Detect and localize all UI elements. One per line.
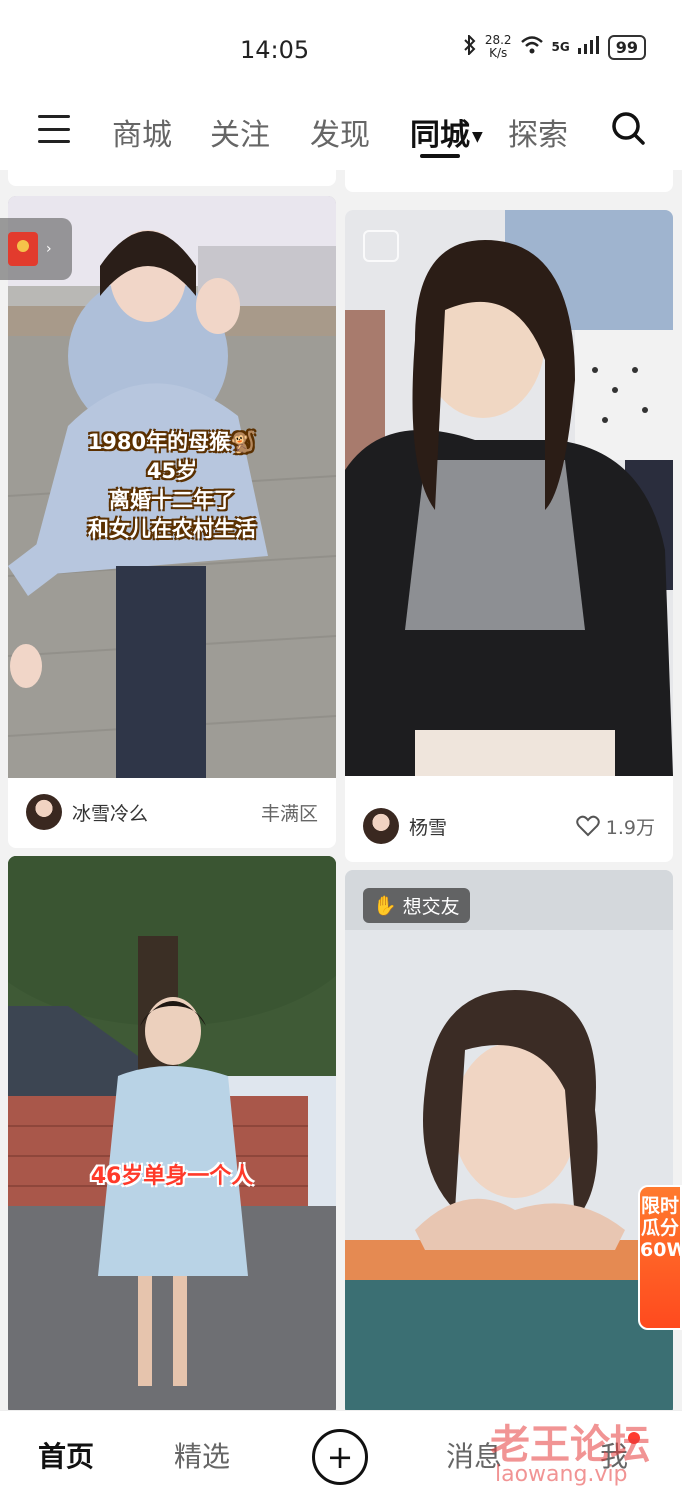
video-card-3[interactable]: 46岁单身一个人 [8, 856, 336, 1410]
add-button[interactable]: + [312, 1429, 368, 1485]
like-count[interactable]: 1.9万 [576, 813, 655, 840]
bluetooth-icon [463, 33, 477, 59]
video-card-1[interactable]: 1980年的母猴🐒 45岁 离婚十二年了 和女儿在农村生活 冰雪冷么 丰满区 [8, 196, 336, 848]
avatar[interactable] [26, 794, 62, 830]
chevron-down-icon: ▼ [472, 128, 483, 145]
video-card-2[interactable]: 杨雪 1.9万 [345, 210, 673, 862]
avatar[interactable] [363, 808, 399, 844]
partial-card-right[interactable] [345, 170, 673, 192]
nav-home[interactable]: 首页 [38, 1435, 94, 1475]
chevron-right-icon: › [46, 241, 52, 257]
card-image: 46岁单身一个人 [8, 856, 336, 1410]
overlay-caption: 46岁单身一个人 [90, 1164, 254, 1189]
card-footer: 冰雪冷么 丰满区 [8, 794, 336, 830]
battery-icon: 99 [607, 34, 646, 60]
overlay-caption: 1980年的母猴🐒 45岁 离婚十二年了 和女儿在农村生活 [87, 430, 257, 541]
red-packet-button[interactable]: › [0, 218, 72, 280]
menu-icon[interactable] [38, 115, 70, 143]
tab-discover[interactable]: 发现 [310, 110, 370, 154]
promo-banner[interactable]: 限时瓜分60W [638, 1185, 682, 1330]
make-friends-badge: ✋ 想交友 [363, 888, 470, 923]
card-image: ✋ 想交友 [345, 870, 673, 1410]
author-name[interactable]: 杨雪 [409, 813, 576, 840]
network-label: 5G [551, 40, 570, 54]
heart-icon [576, 815, 600, 837]
nav-featured[interactable]: 精选 [174, 1435, 230, 1475]
search-icon[interactable] [610, 110, 646, 146]
image-icon [363, 230, 399, 262]
red-packet-icon [8, 232, 38, 266]
tab-mall[interactable]: 商城 [112, 110, 172, 154]
watermark-url: laowang.vip [495, 1462, 628, 1487]
status-icons: 28.2 K/s 5G 99 [463, 34, 646, 60]
author-name[interactable]: 冰雪冷么 [72, 799, 261, 826]
card-image [345, 210, 673, 776]
top-nav: 商城 关注 发现 同城 ▼ 探索 [0, 100, 682, 170]
card-footer: 杨雪 1.9万 [345, 808, 673, 844]
card-image: 1980年的母猴🐒 45岁 离婚十二年了 和女儿在农村生活 [8, 196, 336, 778]
location-label: 丰满区 [260, 802, 318, 825]
status-time: 14:05 [240, 36, 310, 64]
feed[interactable]: 1980年的母猴🐒 45岁 离婚十二年了 和女儿在农村生活 冰雪冷么 丰满区 杨… [0, 170, 682, 1410]
wifi-icon [520, 35, 544, 59]
video-card-4[interactable]: ✋ 想交友 [345, 870, 673, 1410]
status-bar: 14:05 28.2 K/s 5G 99 [0, 0, 682, 100]
partial-card-left[interactable] [8, 170, 336, 186]
signal-icon [577, 36, 600, 58]
tab-indicator [420, 154, 460, 158]
wave-hand-icon: ✋ [373, 895, 397, 917]
network-speed: 28.2 K/s [484, 33, 512, 60]
tab-follow[interactable]: 关注 [210, 110, 270, 154]
tab-local-label: 同城 [410, 118, 470, 153]
tab-explore[interactable]: 探索 [508, 110, 568, 154]
tab-local[interactable]: 同城 ▼ [410, 110, 483, 154]
